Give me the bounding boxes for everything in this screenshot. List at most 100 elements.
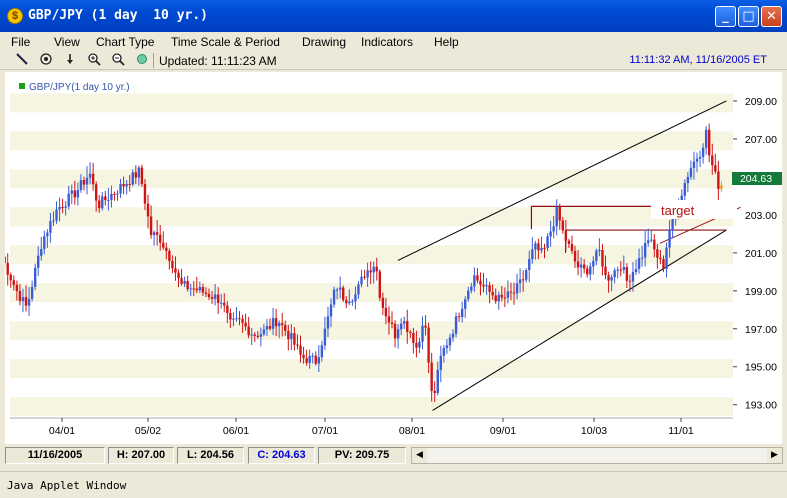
x-tick-label: 08/01 <box>399 425 425 437</box>
candle-body <box>277 323 281 327</box>
zoom-out-icon[interactable] <box>110 53 126 68</box>
candle-body <box>567 240 571 244</box>
candle-body <box>357 284 360 295</box>
candle-body <box>195 288 199 291</box>
menu-time-scale[interactable]: Time Scale & Period <box>171 35 280 49</box>
candle-body <box>537 243 540 251</box>
status-pv: PV: 209.75 <box>318 447 406 464</box>
candle-body <box>37 255 40 268</box>
candle-body <box>21 297 25 302</box>
candle-body <box>454 316 458 334</box>
candle-body <box>427 327 430 363</box>
window-title-bar[interactable]: $ GBP/JPY (1 day 10 yr.) _ □ ✕ <box>0 0 787 32</box>
maximize-icon: □ <box>742 9 755 24</box>
candle-body <box>637 258 641 269</box>
candle-body <box>625 267 629 281</box>
scroll-left-icon[interactable]: ◀ <box>412 448 427 463</box>
candle-body <box>482 284 485 287</box>
candle-body <box>49 221 52 233</box>
target-tool-icon[interactable] <box>38 53 54 68</box>
menu-view[interactable]: View <box>54 35 80 49</box>
menu-help[interactable]: Help <box>434 35 459 49</box>
candle-body <box>497 294 500 302</box>
candle-body <box>659 257 662 260</box>
candle-body <box>238 318 241 320</box>
candle-body <box>384 307 388 317</box>
candle-body <box>216 294 220 303</box>
down-arrow-icon[interactable] <box>62 53 78 68</box>
candle-body <box>393 323 397 339</box>
candle-body <box>448 337 452 346</box>
candle-body <box>406 321 409 332</box>
candle-body <box>561 220 565 231</box>
close-button[interactable]: ✕ <box>761 6 782 27</box>
candle-body <box>628 280 632 282</box>
candle-body <box>12 280 16 285</box>
candle-body <box>262 329 266 335</box>
maximize-button[interactable]: □ <box>738 6 759 27</box>
horizontal-scrollbar[interactable]: ◀ ▶ <box>411 447 783 464</box>
candle-body <box>52 220 55 222</box>
app-icon: $ <box>7 8 23 24</box>
candle-body <box>67 193 70 207</box>
chart-area[interactable]: 193.00195.00197.00199.00201.00203.00205.… <box>0 72 782 444</box>
grid-band <box>10 397 733 417</box>
minimize-button[interactable]: _ <box>715 6 736 27</box>
menu-file[interactable]: File <box>11 35 30 49</box>
refresh-icon[interactable] <box>134 53 150 68</box>
candle-body <box>131 172 134 185</box>
candle-body <box>9 274 12 281</box>
candle-body <box>622 267 626 270</box>
candle-body <box>140 167 144 184</box>
candle-body <box>213 294 217 299</box>
candle-body <box>372 266 375 273</box>
status-low: L: 204.56 <box>177 447 244 464</box>
candle-body <box>189 288 192 290</box>
candle-body <box>570 243 574 251</box>
menu-chart-type[interactable]: Chart Type <box>96 35 154 49</box>
candle-body <box>149 216 153 236</box>
candle-body <box>610 277 613 281</box>
menu-bar: File View Chart Type Time Scale & Period… <box>0 32 787 52</box>
scroll-right-icon[interactable]: ▶ <box>767 448 782 463</box>
candle-body <box>329 304 333 317</box>
candle-body <box>302 354 305 359</box>
candle-body <box>616 269 619 271</box>
candle-body <box>601 249 604 267</box>
candle-body <box>79 180 83 191</box>
candle-body <box>198 286 202 291</box>
line-tool-icon[interactable] <box>14 53 30 68</box>
candle-body <box>470 286 473 291</box>
menu-drawing[interactable]: Drawing <box>302 35 346 49</box>
candle-body <box>162 242 165 248</box>
candle-body <box>284 324 287 331</box>
candle-body <box>186 281 189 290</box>
candle-body <box>30 286 34 299</box>
zoom-in-icon[interactable] <box>86 53 102 68</box>
toolbar-separator <box>153 53 154 68</box>
candle-body <box>94 184 98 201</box>
candle-body <box>509 291 513 293</box>
candle-body <box>226 305 229 313</box>
candle-body <box>113 193 116 195</box>
candle-body <box>61 206 64 208</box>
x-tick-label: 05/02 <box>135 425 161 437</box>
candle-body <box>155 232 159 235</box>
candle-body <box>271 318 275 329</box>
candle-body <box>381 297 385 308</box>
candle-body <box>366 270 369 278</box>
candle-body <box>64 206 67 208</box>
candle-body <box>717 171 720 189</box>
candle-body <box>451 333 455 338</box>
candle-body <box>220 302 223 304</box>
candle-body <box>332 289 336 305</box>
y-tick-label: 201.00 <box>745 248 777 260</box>
candle-body <box>586 268 589 275</box>
candle-body <box>528 259 531 271</box>
price-chart[interactable]: 193.00195.00197.00199.00201.00203.00205.… <box>0 72 782 444</box>
candle-body <box>281 323 284 325</box>
updated-time: Updated: 11:11:23 AM <box>159 54 277 68</box>
candle-body <box>647 240 650 244</box>
candle-body <box>546 236 549 248</box>
menu-indicators[interactable]: Indicators <box>361 35 413 49</box>
